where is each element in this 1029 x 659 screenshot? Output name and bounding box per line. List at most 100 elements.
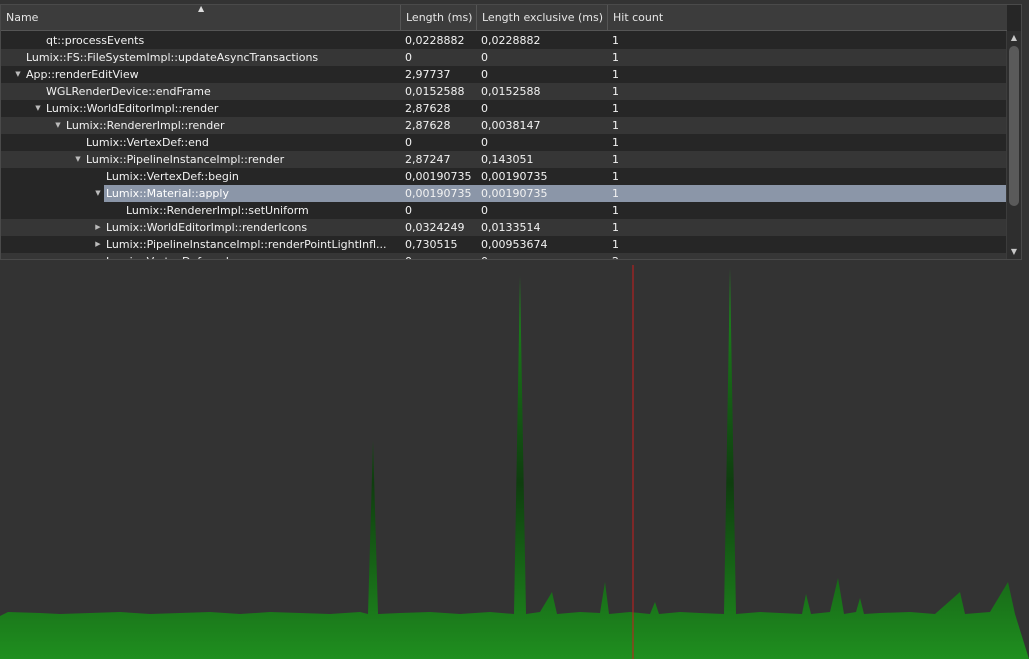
tree-row-name-cell: ▶ Lumix::WorldEditorImpl::renderIcons [1,219,401,236]
tree-row[interactable]: Lumix::VertexDef::end 0 0 1 [1,134,1006,151]
tree-row-hit-count: 1 [612,204,619,217]
tree-row-name: Lumix::RendererImpl::render [66,119,225,132]
tree-row-length: 0,00190735 [405,187,472,200]
frame-time-graph[interactable] [0,262,1029,659]
tree-row-hit-count: 1 [612,68,619,81]
tree-body: qt::processEvents 0,0228882 0,0228882 1 Lumi… [1,32,1006,259]
tree-row-name: Lumix::FS::FileSystemImpl::updateAsyncTr… [26,51,319,64]
tree-row-name-cell: ▼ Lumix::RendererImpl::render [1,117,401,134]
tree-row-name: Lumix::Material::apply [104,185,231,202]
tree-row-name-cell: WGLRenderDevice::endFrame [1,83,401,100]
no-expander [13,49,23,66]
tree-row-name: App::renderEditView [26,68,139,81]
tree-row-length-exclusive: 0,00953674 [481,238,548,251]
tree-row-length-exclusive: 0 [481,51,488,64]
column-header-length-exclusive[interactable]: Length exclusive (ms) [477,5,608,30]
tree-row[interactable]: ▶ Lumix::PipelineInstanceImpl::renderPoin… [1,236,1006,253]
frame-time-graph-svg [0,265,1029,659]
tree-row[interactable]: Lumix::RendererImpl::setUniform 0 0 1 [1,202,1006,219]
tree-row-name: qt::processEvents [46,34,145,47]
no-expander [73,134,83,151]
tree-row-length-exclusive: 0 [481,204,488,217]
tree-row[interactable]: ▼ Lumix::Material::apply 0,00190735 0,00190… [1,185,1006,202]
tree-row-name: Lumix::RendererImpl::setUniform [126,204,309,217]
tree-row-length-exclusive: 0 [481,102,488,115]
expanded-arrow-icon[interactable]: ▼ [73,151,83,168]
tree-row-length: 2,87247 [405,153,451,166]
tree-row-length-exclusive: 0,0152588 [481,85,541,98]
tree-row-length: 0 [405,51,412,64]
tree-row[interactable]: Lumix::VertexDef::end002 [1,253,1006,259]
tree-row-hit-count: 1 [612,85,619,98]
tree-row[interactable]: ▼ Lumix::RendererImpl::render 2,87628 0,003… [1,117,1006,134]
tree-row[interactable]: ▼ Lumix::WorldEditorImpl::render 2,87628 0 1 [1,100,1006,117]
tree-row[interactable]: Lumix::FS::FileSystemImpl::updateAsyncTr… [1,49,1006,66]
tree-row-length-exclusive: 0,00190735 [481,170,548,183]
profiler-tree-view[interactable]: Name ▲ Length (ms) Length exclusive (ms)… [0,4,1022,260]
tree-row-name: Lumix::WorldEditorImpl::renderIcons [106,221,308,234]
tree-row-length: 0,0228882 [405,34,465,47]
tree-row[interactable]: Lumix::VertexDef::begin 0,00190735 0,00190… [1,168,1006,185]
up-arrow-icon[interactable]: ▲ [1007,31,1021,45]
tree-row-length: 2,87628 [405,119,451,132]
tree-row-hit-count: 1 [612,119,619,132]
column-header-hit-count[interactable]: Hit count [608,5,1007,30]
column-header-hit-count-label: Hit count [613,11,664,24]
tree-row-length: 0 [405,204,412,217]
expanded-arrow-icon[interactable]: ▼ [33,100,43,117]
tree-row[interactable]: WGLRenderDevice::endFrame 0,0152588 0,0152… [1,83,1006,100]
collapsed-arrow-icon[interactable]: ▶ [93,236,103,253]
tree-row-length: 0,00190735 [405,170,472,183]
tree-row-hit-count: 1 [612,221,619,234]
tree-row-name-cell: Lumix::VertexDef::end [1,253,401,259]
tree-row-length-exclusive: 0 [481,253,609,259]
expanded-arrow-icon[interactable]: ▼ [13,66,23,83]
frame-time-area [0,268,1029,659]
tree-row-length-exclusive: 0,0038147 [481,119,541,132]
sort-indicator-icon: ▲ [198,4,205,13]
tree-row-name-cell: ▼ App::renderEditView [1,66,401,83]
tree-row-name-cell: ▼ Lumix::Material::apply [1,185,401,202]
tree-row-name-cell: ▼ Lumix::PipelineInstanceImpl::render [1,151,401,168]
column-header-name-label: Name [6,11,39,24]
tree-row-name: Lumix::VertexDef::begin [106,170,239,183]
tree-row-name-cell: Lumix::VertexDef::begin [1,168,401,185]
tree-row-name: Lumix::VertexDef::end [86,136,209,149]
tree-row-length: 0 [405,136,412,149]
down-arrow-icon[interactable]: ▼ [1007,245,1021,259]
vertical-scrollbar[interactable]: ▲ ▼ [1006,31,1021,259]
tree-row-name-cell: Lumix::FS::FileSystemImpl::updateAsyncTr… [1,49,401,66]
expanded-arrow-icon[interactable]: ▼ [93,185,103,202]
expanded-arrow-icon[interactable]: ▼ [53,117,63,134]
tree-row[interactable]: ▼ Lumix::PipelineInstanceImpl::render 2,87… [1,151,1006,168]
scrollbar-thumb[interactable] [1009,46,1019,206]
no-expander [93,168,103,185]
tree-row-hit-count: 1 [612,34,619,47]
tree-row[interactable]: ▼ App::renderEditView 2,97737 0 1 [1,66,1006,83]
tree-row[interactable]: ▶ Lumix::WorldEditorImpl::renderIcons 0,03… [1,219,1006,236]
tree-row[interactable]: qt::processEvents 0,0228882 0,0228882 1 [1,32,1006,49]
tree-row-hit-count: 1 [612,238,619,251]
tree-row-name-cell: Lumix::VertexDef::end [1,134,401,151]
tree-row-length-exclusive: 0 [481,68,488,81]
tree-row-hit-count: 2 [612,253,692,259]
tree-row-name-cell: Lumix::RendererImpl::setUniform [1,202,401,219]
tree-row-name: Lumix::VertexDef::end [104,253,231,259]
tree-row-hit-count: 1 [612,187,619,200]
tree-row-length: 0 [405,253,479,259]
no-expander [33,83,43,100]
tree-row-hit-count: 1 [612,170,619,183]
column-header-length[interactable]: Length (ms) [401,5,477,30]
column-header-length-exclusive-label: Length exclusive (ms) [482,11,603,24]
collapsed-arrow-icon[interactable]: ▶ [93,219,103,236]
tree-header: Name ▲ Length (ms) Length exclusive (ms)… [1,5,1007,31]
tree-row-length: 2,87628 [405,102,451,115]
tree-row-hit-count: 1 [612,153,619,166]
no-expander [33,32,43,49]
tree-row-length-exclusive: 0,0133514 [481,221,541,234]
tree-row-length-exclusive: 0,0228882 [481,34,541,47]
tree-row-length-exclusive: 0,143051 [481,153,534,166]
tree-row-length-exclusive: 0,00190735 [481,187,548,200]
tree-row-length: 0,0324249 [405,221,465,234]
tree-row-name: WGLRenderDevice::endFrame [46,85,211,98]
